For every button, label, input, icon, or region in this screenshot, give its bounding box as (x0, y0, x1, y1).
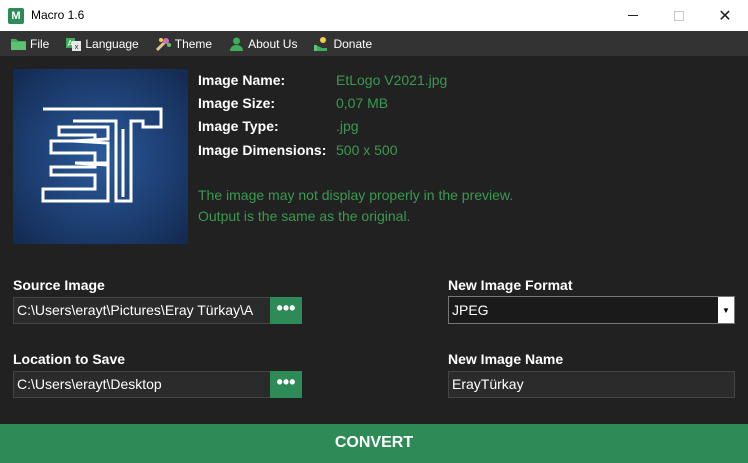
menu-item-label: Donate (333, 36, 373, 51)
menu-item-about-us[interactable]: About Us (228, 31, 297, 56)
menu-item-language[interactable]: Ax Language (65, 31, 139, 56)
source-browse-button[interactable]: ••• (270, 297, 302, 324)
new-image-format-select[interactable]: JPEG ▼ (448, 296, 735, 324)
menu-item-label: Theme (174, 36, 213, 51)
menu-item-donate[interactable]: Donate (313, 31, 372, 56)
menu-item-label: File (30, 36, 50, 51)
location-browse-button[interactable]: ••• (270, 371, 302, 398)
new-image-name-input[interactable]: ErayTürkay (448, 371, 735, 398)
minimize-button[interactable] (610, 0, 656, 31)
image-type-label: Image Type: (198, 118, 279, 134)
image-size-value: 0,07 MB (336, 95, 389, 111)
svg-text:x: x (75, 43, 79, 51)
location-to-save-label: Location to Save (13, 351, 126, 367)
chevron-down-icon[interactable]: ▼ (718, 297, 734, 323)
image-dimensions-label: Image Dimensions: (198, 142, 327, 158)
image-name-value: EtLogo V2021.jpg (336, 72, 448, 88)
close-icon: ✕ (718, 7, 732, 25)
selected-format: JPEG (452, 302, 489, 318)
etlogo-image (41, 107, 163, 203)
palette-icon (155, 36, 172, 52)
preview-note-line1: The image may not display properly in th… (198, 187, 514, 203)
app-logo-icon: M (8, 8, 24, 24)
menu-item-theme[interactable]: Theme (155, 31, 212, 56)
maximize-icon (674, 10, 684, 21)
image-type-value: .jpg (336, 118, 359, 134)
close-button[interactable]: ✕ (702, 0, 748, 31)
svg-text:A: A (68, 39, 74, 48)
minimize-icon (628, 15, 638, 16)
folder-icon (10, 36, 27, 52)
maximize-button[interactable] (656, 0, 702, 31)
source-image-input[interactable]: C:\Users\erayt\Pictures\Eray Türkay\A (13, 297, 271, 324)
image-dimensions-value: 500 x 500 (336, 142, 398, 158)
user-icon (228, 36, 245, 52)
location-to-save-input[interactable]: C:\Users\erayt\Desktop (13, 371, 271, 398)
language-icon: Ax (65, 36, 82, 52)
menu-item-label: About Us (248, 36, 298, 51)
window-title: Macro 1.6 (31, 8, 85, 22)
convert-button[interactable]: CONVERT (0, 424, 748, 463)
image-size-label: Image Size: (198, 95, 276, 111)
new-image-name-label: New Image Name (448, 351, 564, 367)
menu-item-label: Language (85, 36, 139, 51)
title-bar: M Macro 1.6 ✕ (0, 0, 748, 31)
source-image-label: Source Image (13, 277, 105, 293)
menu-bar: File Ax Language Theme About Us Donate (0, 31, 748, 56)
menu-item-file[interactable]: File (10, 31, 49, 56)
image-name-label: Image Name: (198, 72, 286, 88)
image-preview (13, 69, 188, 244)
donate-icon (313, 36, 330, 52)
new-image-format-label: New Image Format (448, 277, 573, 293)
preview-note-line2: Output is the same as the original. (198, 208, 411, 224)
